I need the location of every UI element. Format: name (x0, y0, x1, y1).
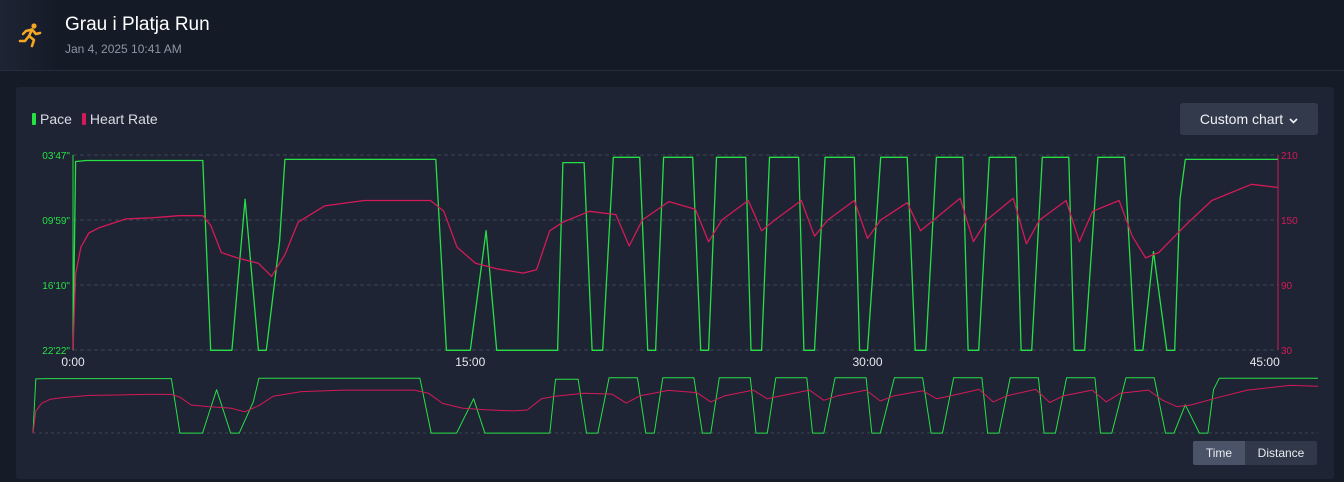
chart-legend: Pace Heart Rate (32, 111, 158, 127)
distance-toggle-button[interactable]: Distance (1245, 441, 1317, 465)
x-tick-label: 15:00 (455, 355, 485, 369)
custom-chart-button[interactable]: Custom chart (1180, 103, 1318, 135)
custom-chart-label: Custom chart (1199, 111, 1284, 127)
time-toggle-button[interactable]: Time (1193, 441, 1245, 465)
legend-item-heart-rate[interactable]: Heart Rate (81, 111, 158, 127)
heart-rate-swatch (81, 113, 86, 125)
legend-heart-rate-label: Heart Rate (89, 111, 158, 127)
y-left-tick-label: 03'47" (42, 151, 70, 162)
overview-chart[interactable] (16, 369, 1334, 441)
x-tick-label: 45:00 (1250, 355, 1280, 369)
pace-series-line (72, 156, 1278, 351)
x-tick-label: 0:00 (61, 355, 85, 369)
heart-rate-series-line (32, 384, 1319, 434)
chart-card: Pace Heart Rate Custom chart 03'47" 210 09… (16, 87, 1334, 479)
heart-rate-series-line (72, 183, 1279, 351)
x-tick-label: 30:00 (852, 355, 882, 369)
activity-title: Grau i Platja Run (65, 14, 210, 35)
chevron-down-icon (1289, 111, 1298, 127)
y-right-tick-label: 210 (1281, 151, 1298, 162)
activity-header: Grau i Platja Run Jan 4, 2025 10:41 AM (0, 0, 1344, 71)
x-axis-toggle: Time Distance (1193, 441, 1317, 465)
activity-datetime: Jan 4, 2025 10:41 AM (65, 42, 182, 56)
legend-pace-label: Pace (40, 111, 72, 127)
pace-swatch (32, 113, 36, 125)
y-left-tick-label: 09'59" (42, 216, 70, 227)
legend-item-pace[interactable]: Pace (32, 111, 72, 127)
pace-series-line (32, 377, 1318, 434)
y-left-tick-label: 16'10" (42, 281, 70, 292)
y-right-tick-label: 150 (1281, 216, 1298, 227)
y-right-tick-label: 90 (1281, 281, 1293, 292)
y-right-tick-label: 30 (1281, 346, 1293, 357)
running-person-icon (0, 0, 60, 70)
